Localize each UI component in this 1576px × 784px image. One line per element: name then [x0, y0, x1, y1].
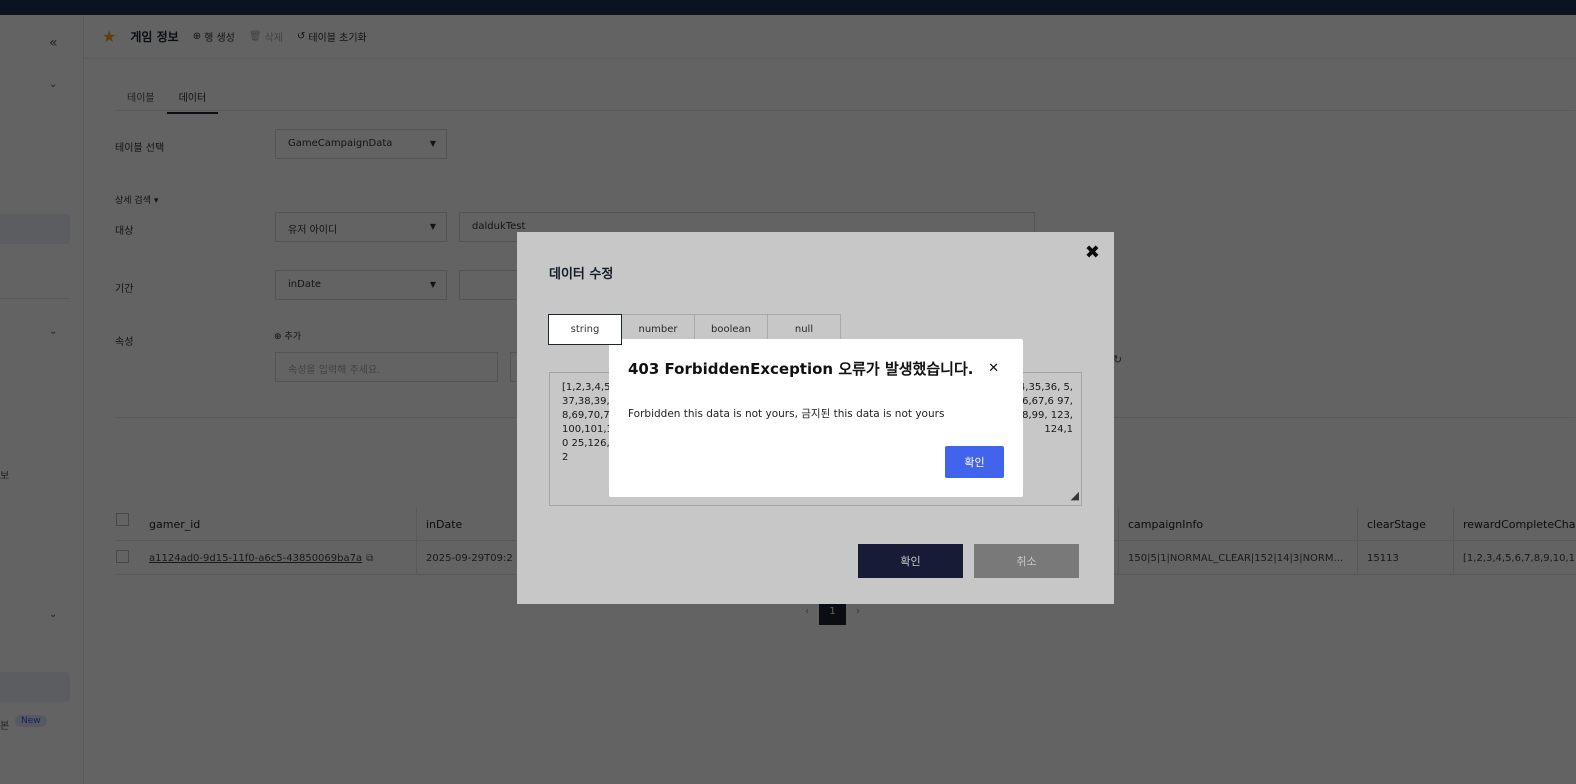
error-dialog: 403 ForbiddenException 오류가 발생했습니다. ✕ For…	[609, 339, 1023, 497]
error-message: Forbidden this data is not yours, 금지된 th…	[628, 408, 945, 420]
type-tab-string[interactable]: string	[548, 314, 622, 345]
error-title: 403 ForbiddenException 오류가 발생했습니다.	[628, 360, 974, 378]
close-icon[interactable]: ✕	[988, 361, 999, 376]
error-ok-button[interactable]: 확인	[945, 446, 1004, 478]
top-bar	[0, 0, 1576, 15]
